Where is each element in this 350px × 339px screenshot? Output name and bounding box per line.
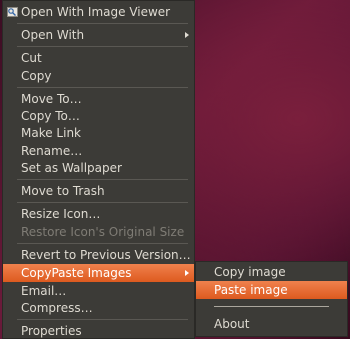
submenu-arrow-icon	[185, 32, 189, 38]
submenu-separator	[214, 306, 329, 307]
menu-item-copy-to[interactable]: Copy To…	[3, 107, 194, 125]
menu-item-label: Paste image	[214, 283, 288, 297]
menu-item-restore-icon-size: Restore Icon's Original Size	[3, 223, 194, 241]
menu-item-label: CopyPaste Images	[21, 266, 132, 280]
submenu-item-about[interactable]: About	[196, 315, 347, 333]
menu-item-label: Set as Wallpaper	[21, 161, 122, 175]
menu-separator	[17, 87, 188, 88]
menu-item-label: Resize Icon…	[21, 207, 101, 221]
menu-item-label: Properties	[21, 324, 82, 338]
menu-item-label: Revert to Previous Version…	[21, 248, 191, 262]
submenu-item-copy-image[interactable]: Copy image	[196, 263, 347, 281]
menu-item-label: Move To…	[21, 92, 82, 106]
menu-item-email[interactable]: Email…	[3, 282, 194, 300]
menu-item-label: Cut	[21, 51, 42, 65]
submenu-item-paste-image[interactable]: Paste image	[196, 281, 347, 299]
menu-item-label: Email…	[21, 284, 67, 298]
menu-item-label: Open With	[21, 28, 85, 42]
menu-item-label: Copy image	[214, 265, 286, 279]
menu-separator	[17, 319, 188, 320]
menu-item-rename[interactable]: Rename…	[3, 142, 194, 160]
image-viewer-icon	[7, 7, 18, 17]
menu-item-label: Compress…	[21, 301, 93, 315]
copypaste-images-submenu: Copy image Paste image About	[195, 261, 348, 337]
menu-separator	[17, 179, 188, 180]
menu-separator	[17, 46, 188, 47]
menu-item-label: Open With Image Viewer	[21, 5, 171, 19]
menu-item-move-to[interactable]: Move To…	[3, 90, 194, 108]
menu-item-compress[interactable]: Compress…	[3, 299, 194, 317]
menu-item-label: Restore Icon's Original Size	[21, 225, 185, 239]
menu-separator	[17, 202, 188, 203]
menu-separator	[17, 23, 188, 24]
menu-item-label: Make Link	[21, 126, 81, 140]
menu-item-move-to-trash[interactable]: Move to Trash	[3, 182, 194, 200]
menu-item-copy[interactable]: Copy	[3, 67, 194, 85]
menu-item-resize-icon[interactable]: Resize Icon…	[3, 205, 194, 223]
menu-item-label: Rename…	[21, 144, 83, 158]
context-menu: Open With Image Viewer Open With Cut Cop…	[2, 0, 195, 339]
menu-item-label: Move to Trash	[21, 184, 105, 198]
menu-item-make-link[interactable]: Make Link	[3, 124, 194, 142]
menu-item-properties[interactable]: Properties	[3, 322, 194, 339]
menu-item-label: Copy To…	[21, 109, 80, 123]
menu-item-open-with[interactable]: Open With	[3, 26, 194, 44]
menu-separator	[17, 243, 188, 244]
menu-item-revert-to-previous-version[interactable]: Revert to Previous Version…	[3, 246, 194, 264]
menu-item-cut[interactable]: Cut	[3, 49, 194, 67]
menu-item-open-with-image-viewer[interactable]: Open With Image Viewer	[3, 3, 194, 21]
menu-item-copypaste-images[interactable]: CopyPaste Images	[3, 264, 194, 282]
menu-item-label: About	[214, 317, 250, 331]
menu-item-label: Copy	[21, 69, 52, 83]
submenu-arrow-icon	[185, 270, 189, 276]
menu-item-set-as-wallpaper[interactable]: Set as Wallpaper	[3, 159, 194, 177]
